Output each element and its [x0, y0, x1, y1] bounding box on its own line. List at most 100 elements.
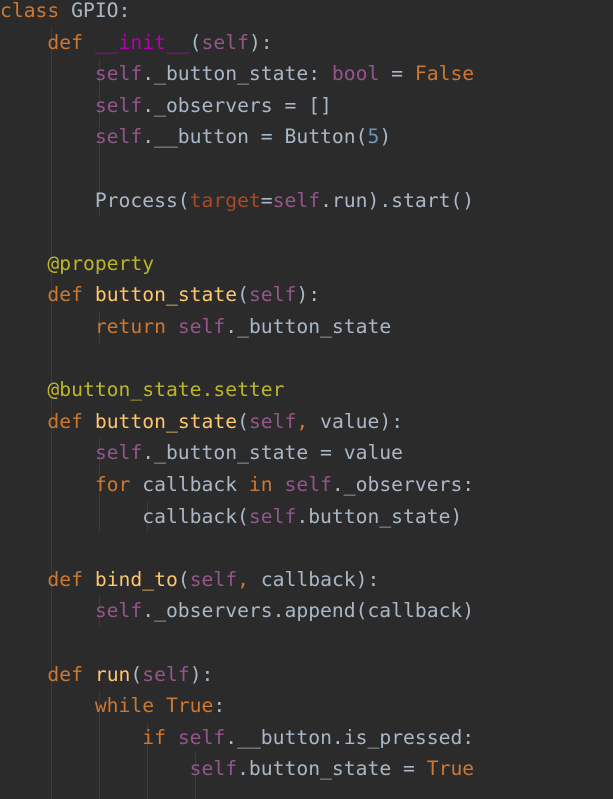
code-token: ( [130, 662, 143, 686]
code-token: def [47, 283, 83, 307]
code-token: = [379, 62, 415, 86]
code-token: self [189, 757, 238, 781]
code-line[interactable]: self.button_state = True [0, 753, 475, 785]
code-token: def [47, 409, 83, 433]
code-token: self [94, 62, 143, 86]
code-line[interactable]: self._button_state: bool = False [0, 58, 474, 90]
code-token: def [47, 30, 83, 54]
code-line[interactable]: self.__button = Button(5) [0, 121, 391, 153]
code-token: .button_state) [296, 504, 463, 528]
code-token: ._observers = [] [142, 93, 332, 117]
code-line[interactable]: class GPIO: [0, 0, 130, 27]
code-token: ): [189, 662, 214, 686]
code-token: self [94, 125, 143, 149]
code-token: self [248, 504, 297, 528]
code-token: ._observers.append(callback) [142, 599, 475, 623]
code-token: self [201, 30, 249, 54]
code-token: run [94, 662, 131, 686]
code-token: while [94, 694, 155, 718]
code-token: if [142, 725, 166, 749]
code-token: class [0, 0, 60, 22]
code-token: @button_state.setter [47, 378, 285, 402]
code-token: self [94, 93, 143, 117]
code-line[interactable]: self._observers.append(callback) [0, 595, 474, 627]
code-token: 5 [367, 125, 380, 149]
code-token: self [272, 188, 321, 212]
code-line[interactable]: self._observers = [] [0, 90, 332, 122]
code-token: .button_state = [237, 757, 427, 781]
code-token: def [47, 662, 83, 686]
code-token: .__button.is_pressed: [225, 725, 475, 749]
code-line[interactable]: def run(self): [0, 659, 213, 691]
code-token: .__button = Button( [142, 125, 368, 149]
code-token: bool [331, 62, 380, 86]
code-line[interactable]: @property [0, 248, 154, 280]
code-line[interactable]: def __init__(self): [0, 27, 273, 59]
code-token: self [94, 441, 143, 465]
code-token: self [248, 409, 297, 433]
code-token: return [94, 315, 166, 338]
code-line[interactable]: Process(target=self.run).start() [0, 185, 474, 217]
code-token: ( [237, 409, 249, 433]
code-token: = [260, 188, 273, 212]
code-token: callback): [248, 567, 380, 591]
code-token: GPIO: [59, 0, 131, 22]
code-token: in [248, 473, 273, 496]
code-token: ) [379, 125, 392, 149]
code-line[interactable]: return self._button_state [0, 311, 391, 343]
code-token: True [426, 757, 475, 781]
code-line[interactable]: @button_state.setter [0, 374, 284, 406]
code-line[interactable]: if self.__button.is_pressed: [0, 722, 474, 754]
code-token: Process( [0, 188, 190, 212]
code-token: self [248, 283, 297, 307]
code-token: button_state [94, 409, 238, 433]
code-token: @property [47, 251, 155, 275]
code-line[interactable]: def button_state(self, value): [0, 406, 403, 438]
code-token: for [94, 473, 131, 496]
code-editor[interactable]: class GPIO: def __init__(self): self._bu… [0, 0, 613, 799]
code-token: , [296, 409, 309, 433]
code-line[interactable]: def bind_to(self, callback): [0, 564, 379, 596]
code-token: self [177, 315, 226, 338]
code-token: callback [130, 473, 249, 496]
code-token: .run).start() [320, 188, 475, 212]
code-token: ( [237, 283, 249, 307]
code-token: ._observers: [331, 473, 475, 496]
code-token: self [177, 725, 226, 749]
code-token: button_state [94, 283, 238, 307]
code-token: callback( [0, 504, 249, 528]
code-token: self [142, 662, 190, 686]
code-line[interactable]: while True: [0, 690, 225, 722]
code-token: ): [296, 283, 321, 307]
code-token: value): [308, 409, 404, 433]
code-line[interactable]: self._button_state = value [0, 437, 403, 469]
code-token: self [189, 567, 238, 591]
code-token: self [284, 473, 332, 496]
code-token: : [213, 694, 226, 718]
code-token: __init__ [94, 30, 190, 54]
code-token: ): [248, 30, 273, 54]
code-line[interactable]: def button_state(self): [0, 279, 320, 311]
code-line[interactable]: callback(self.button_state) [0, 501, 462, 533]
code-line[interactable]: for callback in self._observers: [0, 469, 474, 501]
